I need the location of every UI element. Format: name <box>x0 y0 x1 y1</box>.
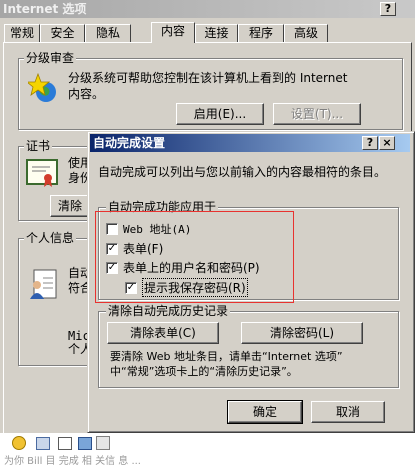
clear-ssl-button[interactable]: 清除 <box>50 195 90 217</box>
content-advisor-description-1: 分级系统可帮助您控制在该计算机上看到的 Internet <box>68 71 348 85</box>
personal-info-label: 个人信息 <box>24 231 77 245</box>
content-advisor-label: 分级审查 <box>24 51 77 65</box>
tab-content[interactable]: 内容 <box>151 22 195 43</box>
folder-icon <box>78 437 92 450</box>
bottom-partial-text: 为你 Bill 目 完成 相 关信 息 ... <box>4 456 141 467</box>
certificate-icon <box>26 158 60 188</box>
clear-forms-button[interactable]: 清除表单(C) <box>107 322 219 344</box>
highlight-annotation <box>95 211 294 303</box>
content-advisor-icon <box>25 72 60 104</box>
cancel-button[interactable]: 取消 <box>311 401 385 423</box>
clear-history-note-1: 要清除 Web 地址条目，请单击“Internet 选项” <box>110 350 343 363</box>
clear-history-note-2: 中“常规”选项卡上的“清除历史记录”。 <box>110 365 298 378</box>
tab-privacy[interactable]: 隐私 <box>85 24 131 42</box>
dialog-close-button[interactable]: × <box>379 136 395 150</box>
tab-security[interactable]: 安全 <box>40 24 85 42</box>
clear-history-label: 清除自动完成历史记录 <box>106 304 231 318</box>
tab-connections[interactable]: 连接 <box>195 24 238 42</box>
settings-button[interactable]: 设置(T)... <box>273 103 361 125</box>
tab-general[interactable]: 常规 <box>4 24 40 42</box>
profile-card-icon <box>28 268 58 302</box>
tab-advanced[interactable]: 高级 <box>284 24 328 42</box>
tool-icon <box>96 436 110 450</box>
autocomplete-description: 自动完成可以列出与您以前输入的内容最相符的条目。 <box>98 165 387 179</box>
dialog-help-button[interactable]: ? <box>362 136 378 150</box>
internet-options-titlebar: Internet 选项 <box>0 0 415 18</box>
clear-passwords-button[interactable]: 清除密码(L) <box>241 322 363 344</box>
enable-button[interactable]: 启用(E)... <box>176 103 264 125</box>
autocomplete-title: 自动完成设置 <box>93 136 166 150</box>
bg-help-button[interactable]: ? <box>380 2 396 16</box>
tab-programs[interactable]: 程序 <box>238 24 284 42</box>
document-icon <box>58 437 72 450</box>
content-advisor-description-2: 内容。 <box>68 87 105 101</box>
internet-options-title: Internet 选项 <box>3 2 87 16</box>
ok-button[interactable]: 确定 <box>227 400 303 424</box>
smiley-icon <box>12 436 26 450</box>
certificates-label: 证书 <box>24 139 53 153</box>
window-icon <box>36 437 50 450</box>
